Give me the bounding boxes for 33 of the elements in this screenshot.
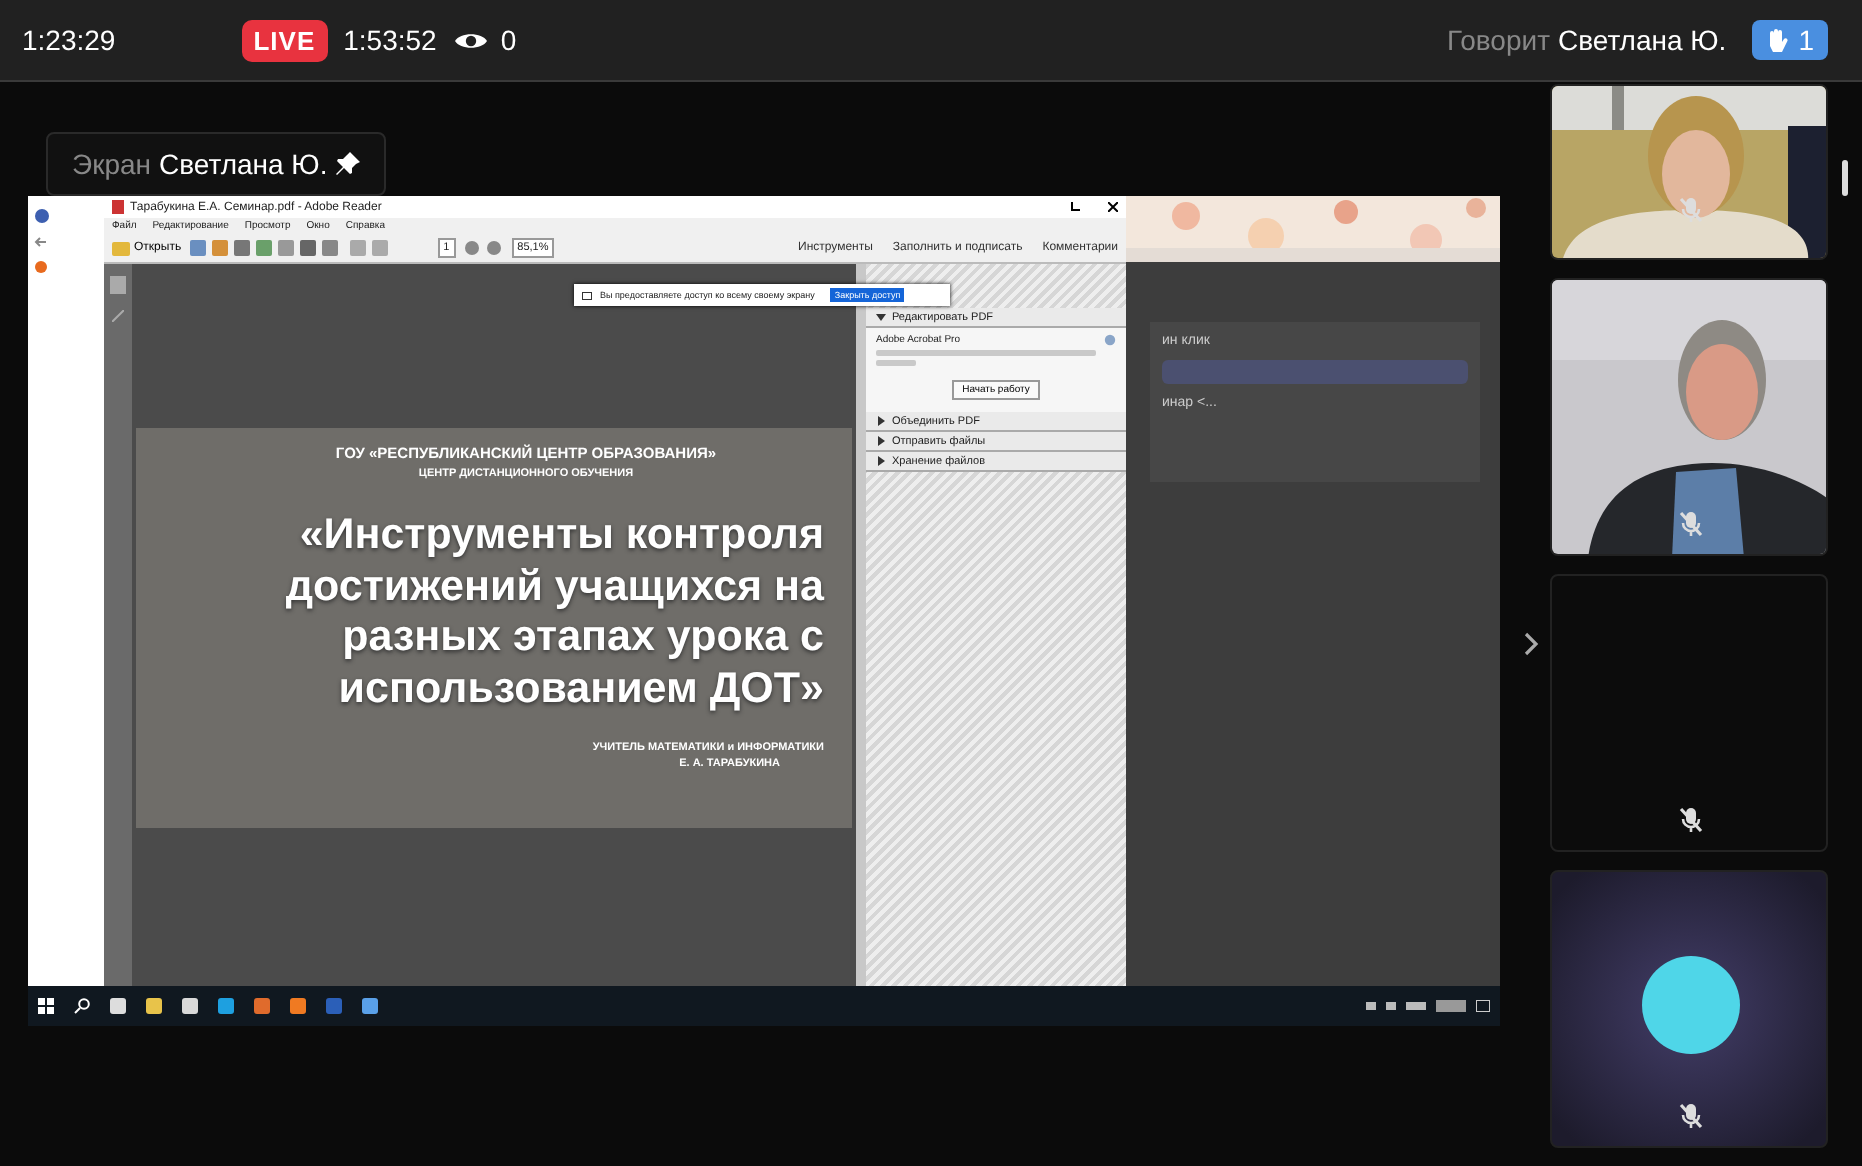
expanded-triangle-icon (876, 312, 886, 322)
pen-icon[interactable] (112, 310, 124, 322)
speaker-name: Светлана Ю. (1557, 24, 1727, 56)
pin-icon[interactable] (335, 152, 360, 176)
slide-title-line: разных этапах урока с (342, 612, 824, 663)
system-tray-icons[interactable] (1366, 1000, 1466, 1012)
live-badge: LIVE (241, 19, 328, 61)
pdf-icon (112, 200, 124, 214)
slide-title-line: использованием ДОТ» (338, 663, 824, 714)
close-icon[interactable] (1108, 202, 1118, 212)
browser-tab-icon (34, 260, 48, 274)
speaking-label: Говорит (1446, 24, 1550, 56)
minimize-icon[interactable] (1070, 202, 1080, 212)
hand-icon (1766, 27, 1789, 53)
back-arrow-icon (34, 236, 48, 248)
viewers-eye-icon (454, 29, 489, 51)
screen-share-label: Экран Светлана Ю. (46, 132, 386, 196)
muted-mic-icon (1678, 1102, 1704, 1130)
notifications-icon[interactable] (1476, 1000, 1490, 1012)
zoom-buttons-icon[interactable] (463, 240, 504, 256)
search-icon[interactable] (74, 998, 90, 1014)
muted-mic-icon (1678, 806, 1704, 834)
muted-mic-icon (1678, 196, 1704, 224)
site-logo-icon (34, 208, 50, 224)
screen-icon (582, 291, 592, 299)
viewer-count: 0 (500, 24, 517, 56)
windows-logo-icon[interactable] (38, 998, 54, 1014)
stream-time: 1:53:52 (343, 24, 437, 56)
scrollbar-thumb[interactable] (1842, 160, 1848, 196)
muted-mic-icon (1678, 510, 1704, 538)
slide-title-line: «Инструменты контроля (299, 510, 824, 561)
slide-title-line: достижений учащихся на (285, 561, 824, 612)
elapsed-time: 1:23:29 (22, 24, 116, 56)
